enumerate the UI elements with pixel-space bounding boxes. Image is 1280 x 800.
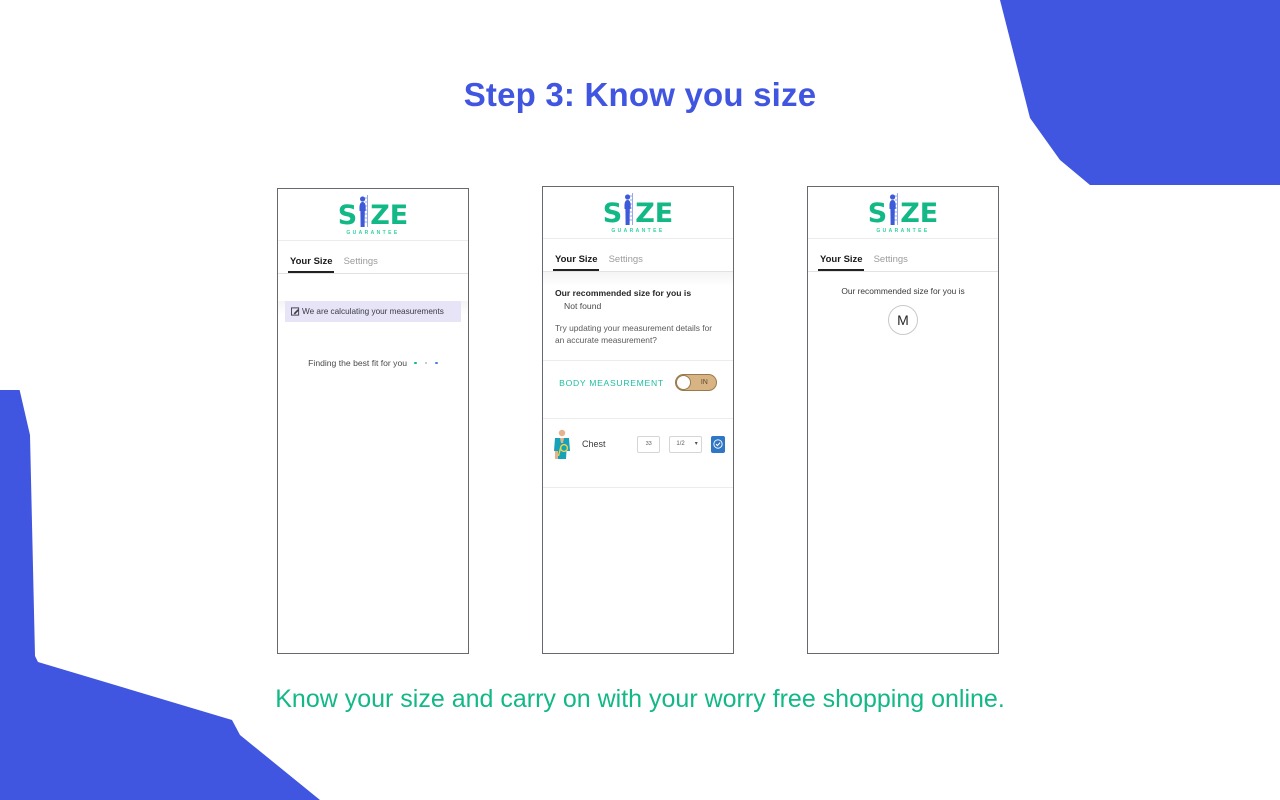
update-measurement-hint: Try updating your measurement details fo… (555, 323, 713, 346)
logo-tagline: GUARANTEE (611, 227, 665, 234)
measurement-fraction-value: 1/2 (676, 441, 685, 448)
toggle-knob (675, 375, 691, 391)
logo-letters-ze: ZE (635, 197, 674, 229)
screen-content-1: We are calculating your measurements Fin… (278, 301, 468, 653)
app-header-2: S ZE GUARANTEE (543, 187, 733, 239)
size-guarantee-logo: S ZE GUARANTEE (868, 192, 938, 234)
recommended-size-value: Not found (564, 301, 602, 311)
logo-letter-s: S (602, 197, 623, 229)
size-guarantee-logo: S ZE GUARANTEE (338, 194, 408, 236)
finding-fit-text: Finding the best fit for you (308, 358, 408, 368)
chevron-down-icon: ▾ (694, 441, 698, 448)
logo-tagline: GUARANTEE (876, 227, 930, 234)
tabbar-2: Your Size Settings (543, 239, 733, 272)
unit-toggle[interactable]: IN (674, 374, 717, 392)
divider (543, 487, 733, 489)
tab-settings[interactable]: Settings (872, 254, 917, 271)
body-figure-icon (551, 429, 573, 460)
person-ruler-icon (357, 194, 370, 228)
logo-letter-s: S (867, 197, 888, 229)
screen-content-2: Our recommended size for you is Not foun… (543, 272, 733, 652)
pencil-edit-icon (291, 307, 300, 316)
logo-letters-ze: ZE (370, 199, 409, 231)
tab-settings[interactable]: Settings (342, 256, 387, 273)
measurement-fraction-select[interactable]: 1/2 ▾ (669, 435, 702, 453)
confirm-measurement-button[interactable] (710, 435, 725, 453)
recommended-size-block: Our recommended size for you is M (808, 272, 998, 335)
body-measurement-row: BODY MEASUREMENT IN (543, 361, 733, 404)
unit-toggle-label: IN (700, 379, 708, 387)
page-title: Step 3: Know you size (463, 76, 817, 113)
calculating-banner-text: We are calculating your measurements (302, 307, 444, 316)
person-ruler-icon (887, 192, 900, 226)
slide-caption: Know your size and carry on with your wo… (275, 685, 1005, 713)
check-circle-icon (713, 439, 723, 449)
finding-fit-row: Finding the best fit for you (278, 358, 468, 368)
recommended-size-badge: M (888, 305, 918, 335)
app-header-1: S ZE GUARANTEE (278, 189, 468, 241)
phone-mockup-2: S ZE GUARANTEE Your Size Settings Our re… (542, 186, 734, 654)
tab-settings[interactable]: Settings (607, 254, 652, 271)
person-ruler-icon (622, 192, 635, 226)
slide-canvas: Step 3: Know you size S ZE GUARANTEE You… (0, 0, 1280, 800)
logo-tagline: GUARANTEE (346, 229, 400, 236)
size-guarantee-logo: S ZE GUARANTEE (603, 192, 673, 234)
app-header-3: S ZE GUARANTEE (808, 187, 998, 239)
tab-your-size[interactable]: Your Size (818, 254, 872, 271)
calculating-banner: We are calculating your measurements (285, 301, 461, 322)
screen-content-3: Our recommended size for you is M (808, 272, 998, 652)
logo-letters-ze: ZE (900, 197, 939, 229)
logo-letter-s: S (337, 199, 358, 231)
tabbar-3: Your Size Settings (808, 239, 998, 272)
tab-your-size[interactable]: Your Size (288, 256, 342, 273)
measurement-row-chest: Chest 33 1/2 ▾ (543, 419, 733, 473)
recommended-size-label: Our recommended size for you is (555, 288, 692, 298)
measurement-value-input[interactable]: 33 (637, 435, 661, 453)
phone-mockup-1: S ZE GUARANTEE Your Size Settings We are… (277, 188, 469, 654)
recommended-size-block: Our recommended size for you is Not foun… (543, 272, 733, 346)
loading-dots-icon (414, 361, 438, 365)
tab-your-size[interactable]: Your Size (553, 254, 607, 271)
recommended-size-label: Our recommended size for you is (841, 286, 965, 296)
tabbar-1: Your Size Settings (278, 241, 468, 274)
measurement-name: Chest (582, 439, 606, 450)
body-measurement-label: BODY MEASUREMENT (559, 377, 664, 388)
phone-mockup-3: S ZE GUARANTEE Your Size Settings Our re… (807, 186, 999, 654)
